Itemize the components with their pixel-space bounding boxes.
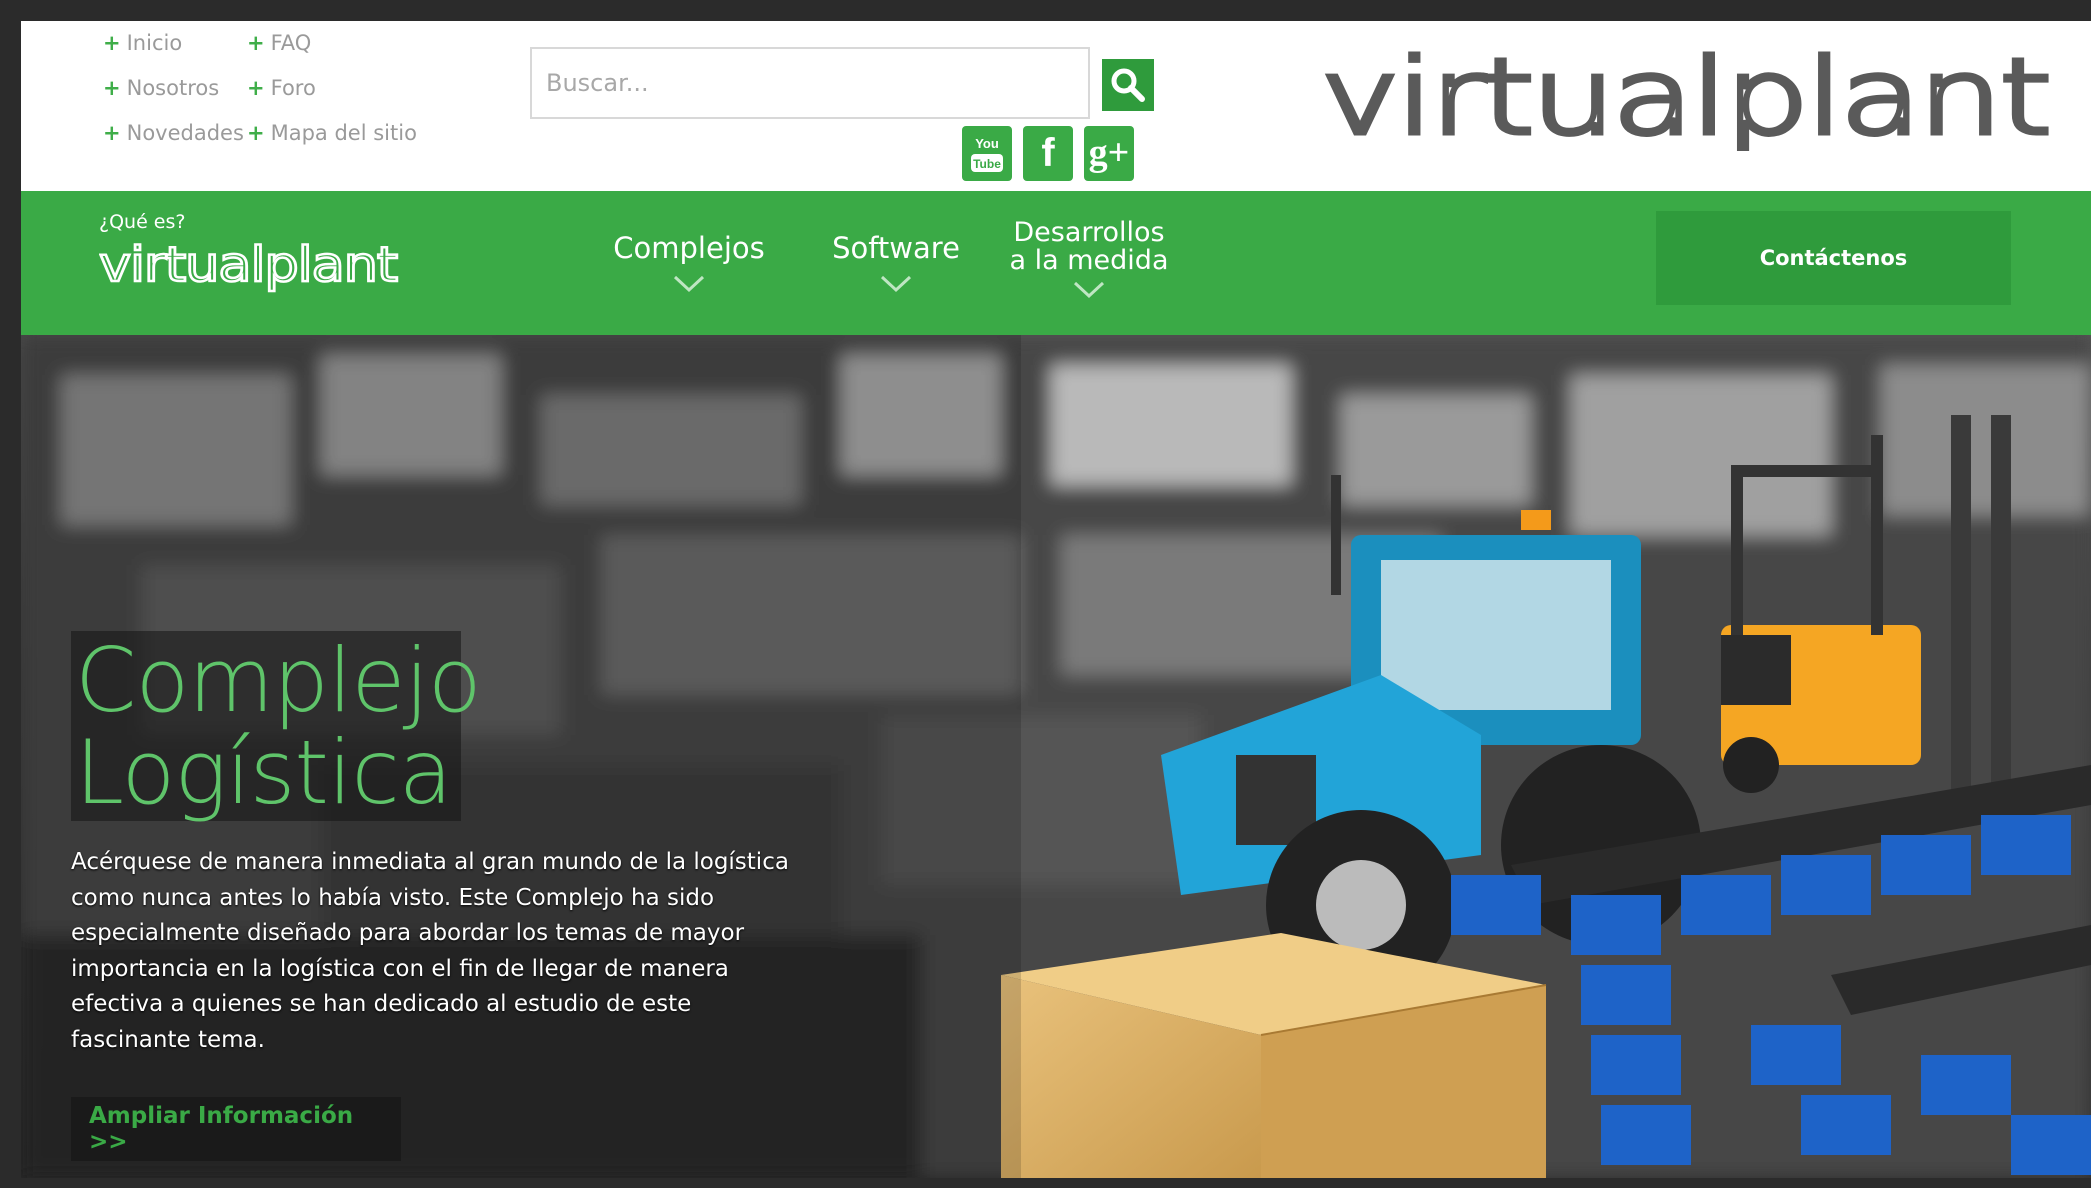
youtube-icon[interactable]: You Tube — [962, 126, 1012, 181]
quick-link-nosotros[interactable]: + Nosotros — [103, 76, 219, 100]
hero-title: Complejo Logística — [71, 631, 482, 821]
search-input[interactable] — [530, 47, 1090, 119]
page-frame: + Inicio + FAQ + Nosotros + Foro + Novedades … — [21, 21, 2091, 1178]
cardboard-box-illustration — [1001, 933, 1547, 1178]
brand-logo[interactable]: virtualplant — [1321, 51, 2051, 151]
hero-banner: Complejo Logística Acérquese de manera i… — [21, 335, 2091, 1178]
nav-logo-wordmark: virtualplant — [98, 236, 400, 295]
plus-icon: + — [103, 76, 121, 100]
svg-text:virtualplant: virtualplant — [1321, 51, 2049, 151]
contact-button[interactable]: Contáctenos — [1656, 211, 2011, 305]
quick-link-foro[interactable]: + Foro — [247, 76, 316, 100]
plus-icon: + — [247, 76, 265, 100]
plus-icon: + — [103, 121, 121, 145]
svg-text:Tube: Tube — [973, 157, 1001, 171]
chevron-down-icon — [673, 275, 705, 293]
top-header: + Inicio + FAQ + Nosotros + Foro + Novedades … — [21, 21, 2091, 191]
quick-link-inicio[interactable]: + Inicio — [103, 31, 182, 55]
chevron-down-icon — [880, 275, 912, 293]
svg-text:You: You — [975, 136, 999, 151]
plus-icon: + — [247, 31, 265, 55]
chevron-down-icon — [1073, 281, 1105, 299]
nav-logo-question: ¿Qué es? — [99, 211, 186, 233]
nav-item-software[interactable]: Software — [821, 233, 971, 293]
quick-link-novedades[interactable]: + Novedades — [103, 121, 244, 145]
nav-item-desarrollos[interactable]: Desarrollos a la medida — [999, 219, 1179, 299]
nav-item-complejos[interactable]: Complejos — [609, 233, 769, 293]
nav-logo[interactable]: ¿Qué es? virtualplant — [98, 211, 409, 301]
search-icon — [1111, 68, 1145, 102]
facebook-icon[interactable]: f — [1023, 126, 1073, 181]
more-info-button[interactable]: Ampliar Información >> — [71, 1097, 401, 1161]
svg-text:virtualplant: virtualplant — [99, 237, 397, 293]
plus-icon: + — [247, 121, 265, 145]
main-nav: ¿Qué es? virtualplant Complejos Software… — [21, 191, 2091, 335]
quick-link-mapa-del-sitio[interactable]: + Mapa del sitio — [247, 121, 417, 145]
google-plus-icon[interactable]: g+ — [1084, 126, 1134, 181]
hero-description: Acérquese de manera inmediata al gran mu… — [71, 849, 789, 1053]
search-button[interactable] — [1102, 59, 1154, 111]
quick-link-faq[interactable]: + FAQ — [247, 31, 311, 55]
plus-icon: + — [103, 31, 121, 55]
